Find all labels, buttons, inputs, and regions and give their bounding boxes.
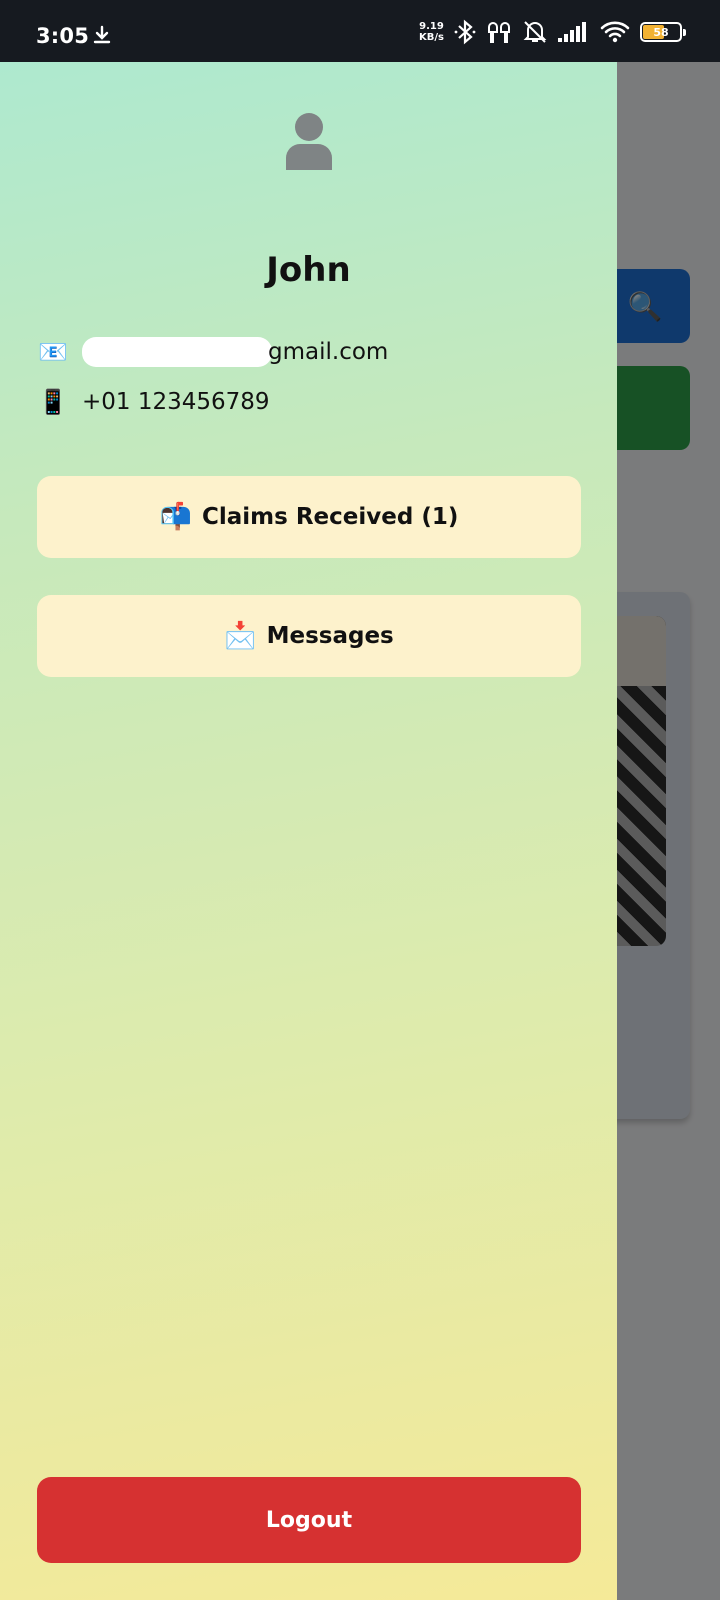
- phone-text: +01 123456789: [82, 389, 270, 415]
- email-redaction: [82, 337, 272, 367]
- signal-icon: [558, 22, 590, 42]
- logout-button[interactable]: Logout: [37, 1477, 581, 1563]
- email-text: gmail.com: [268, 339, 389, 365]
- status-icons: 9.19 KB/s 58: [419, 18, 686, 46]
- phone-row: 📱 +01 123456789: [38, 388, 270, 416]
- incoming-envelope-icon: 📩: [224, 621, 257, 651]
- mailbox-icon: 📬: [159, 502, 192, 532]
- earbuds-icon: [486, 19, 512, 45]
- avatar-icon: [286, 113, 332, 170]
- email-icon: 📧: [38, 338, 68, 366]
- wifi-icon: [600, 21, 630, 43]
- download-icon: [92, 25, 112, 49]
- email-row: 📧 gmail.com: [38, 337, 388, 367]
- status-bar: 3:05 9.19 KB/s 58: [0, 0, 720, 62]
- claims-received-button[interactable]: 📬 Claims Received (1): [37, 476, 581, 558]
- user-name: John: [266, 250, 351, 290]
- phone-icon: 📱: [38, 388, 68, 416]
- network-speed: 9.19 KB/s: [419, 21, 444, 43]
- bell-muted-icon: [522, 19, 548, 45]
- messages-button[interactable]: 📩 Messages: [37, 595, 581, 677]
- logout-label: Logout: [265, 1507, 353, 1533]
- messages-label: Messages: [266, 623, 394, 649]
- claims-received-label: Claims Received (1): [202, 504, 459, 530]
- bluetooth-icon: [454, 19, 476, 45]
- status-time: 3:05: [36, 24, 90, 48]
- navigation-drawer: John 📧 gmail.com 📱 +01 123456789 📬 Claim…: [0, 62, 617, 1600]
- battery-icon: 58: [640, 22, 686, 42]
